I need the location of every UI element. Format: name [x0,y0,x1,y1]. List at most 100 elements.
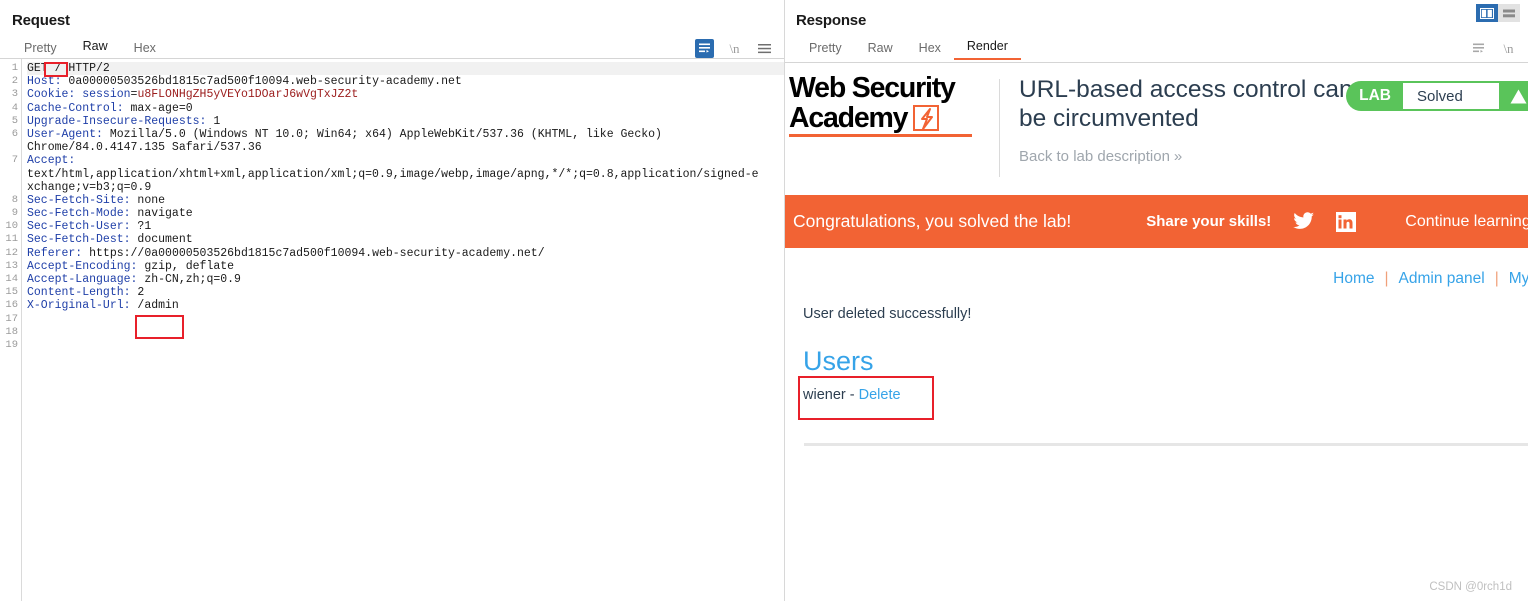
lightning-bolt-icon [913,105,940,131]
code-line[interactable]: User-Agent: Mozilla/5.0 (Windows NT 10.0… [27,128,784,141]
code-line[interactable]: xchange;v=b3;q=0.9 [27,181,784,194]
tab-response-render[interactable]: Render [953,37,1021,60]
split-horizontal-icon[interactable] [1498,4,1520,22]
response-panel-title: Response [796,12,867,29]
word-wrap-icon[interactable] [1469,39,1488,58]
back-link-label: Back to lab description [1019,148,1170,165]
banner-social-group [1293,211,1357,233]
request-tabbar: Pretty Raw Hex \n [0,35,784,60]
line-number: 15 [5,286,18,299]
line-number: 8 [11,193,18,206]
tab-request-pretty[interactable]: Pretty [11,39,70,60]
header-divider [999,79,1000,177]
tab-response-pretty[interactable]: Pretty [796,39,855,60]
request-code-lines[interactable]: GET / HTTP/2 Host: 0a00000503526bd1815c7a… [22,59,784,601]
request-raw-editor[interactable]: 1 2 3 4 5 6 7 8 9 10 11 12 13 14 15 16 17 18 19 GET / HTTP… [0,58,784,601]
word-wrap-icon[interactable] [695,39,714,58]
csdn-watermark: CSDN @0rch1d [1429,581,1512,593]
line-number: 5 [11,114,18,127]
banner-share-label: Share your skills! [1146,213,1272,230]
line-number: 16 [5,299,18,312]
line-number [0,141,18,154]
code-line[interactable] [27,339,784,352]
twitter-icon[interactable] [1293,211,1315,233]
line-number: 14 [5,273,18,285]
line-number: 9 [11,207,18,220]
code-line[interactable]: Host: 0a00000503526bd1815c7ad500f10094.w… [27,75,784,88]
menu-icon[interactable] [755,39,774,58]
code-line[interactable]: text/html,application/xhtml+xml,applicat… [27,168,784,181]
status-badge-state: Solved [1401,81,1501,111]
tab-response-raw[interactable]: Raw [855,39,906,60]
delete-user-link[interactable]: Delete [859,387,901,403]
site-nav: Home | Admin panel | My account [785,248,1528,288]
code-line[interactable] [27,326,784,339]
code-line[interactable]: Sec-Fetch-User: ?1 [27,220,784,233]
code-line[interactable]: Upgrade-Insecure-Requests: 1 [27,115,784,128]
content-divider [804,443,1528,446]
user-row-dash: - [849,387,855,403]
newline-icon[interactable]: \n [725,39,744,58]
banner-congrats-text: Congratulations, you solved the lab! [793,211,1072,231]
status-badge-tag: LAB [1346,81,1401,111]
code-line[interactable]: Content-Length: 2 [27,286,784,299]
line-number: 10 [5,220,18,233]
line-number: 2 [11,75,18,88]
logo-underline [789,134,972,137]
code-line[interactable]: Cookie: session=u8FLONHgZH5yVEYo1DOarJ6w… [27,88,784,101]
tab-request-raw[interactable]: Raw [69,37,121,60]
line-number: 11 [5,233,18,246]
tab-request-hex[interactable]: Hex [121,39,169,60]
checkmark-icon [1501,81,1528,111]
code-line[interactable]: Accept: [27,154,784,167]
code-line[interactable]: GET / HTTP/2 [27,62,784,76]
line-number-gutter: 1 2 3 4 5 6 7 8 9 10 11 12 13 14 15 16 17 18 19 [0,59,22,601]
newline-icon[interactable]: \n [1499,39,1518,58]
user-name: wiener [803,387,846,403]
code-line[interactable]: Accept-Language: zh-CN,zh;q=0.9 [27,273,784,286]
continue-learning-link[interactable]: Continue learning [1405,213,1528,231]
response-panel: Response Pretty Raw Hex Render \n Web Se… [784,0,1528,601]
back-to-lab-description-link[interactable]: Back to lab description» [1019,148,1528,165]
nav-link-home[interactable]: Home [1333,270,1374,288]
nav-separator: | [1494,270,1499,287]
status-message: User deleted successfully! [803,306,972,322]
line-number: 19 [5,338,18,351]
rendered-response-frame: Web Security Academy URL-based access co… [785,62,1528,601]
line-number: 13 [5,259,18,272]
line-number: 4 [11,101,18,114]
tab-response-hex[interactable]: Hex [906,39,954,60]
code-line[interactable]: Sec-Fetch-Dest: document [27,233,784,246]
code-line[interactable]: Cache-Control: max-age=0 [27,102,784,115]
line-number: 7 [11,154,18,167]
code-line[interactable]: X-Original-Url: /admin [27,299,784,312]
request-toolbar: \n [695,39,774,58]
nav-link-admin-panel[interactable]: Admin panel [1399,270,1485,288]
request-panel: Request Pretty Raw Hex \n 1 2 3 4 5 6 7 … [0,0,784,601]
user-list-item: wiener - Delete [803,387,1528,403]
line-number: 12 [5,246,18,259]
layout-toggle-group [1476,4,1520,22]
lab-title: URL-based access control can be circumve… [1019,76,1353,132]
line-number: 1 [11,62,18,74]
code-line[interactable]: Referer: https://0a00000503526bd1815c7ad… [27,247,784,260]
code-line[interactable]: Sec-Fetch-Mode: navigate [27,207,784,220]
page-content: User deleted successfully! Users wiener … [785,288,1528,446]
lab-status-badge: LAB Solved [1346,81,1528,111]
logo-line-1: Web Security [789,72,956,104]
nav-separator: | [1384,270,1389,287]
code-line[interactable]: Chrome/84.0.4147.135 Safari/537.36 [27,141,784,154]
logo-line-2: Academy [789,102,909,134]
code-line[interactable] [27,313,784,326]
line-number [0,181,18,194]
code-line[interactable]: Accept-Encoding: gzip, deflate [27,260,784,273]
code-line[interactable]: Sec-Fetch-Site: none [27,194,784,207]
academy-logo[interactable]: Web Security Academy [785,72,1000,177]
line-number [0,168,18,181]
split-vertical-icon[interactable] [1476,4,1498,22]
linkedin-icon[interactable] [1335,211,1357,233]
nav-link-my-account[interactable]: My account [1509,270,1528,288]
burp-suite-window: Request Pretty Raw Hex \n 1 2 3 4 5 6 7 … [0,0,1528,601]
request-panel-title: Request [12,12,70,29]
solved-banner: Congratulations, you solved the lab! Sha… [785,195,1528,248]
